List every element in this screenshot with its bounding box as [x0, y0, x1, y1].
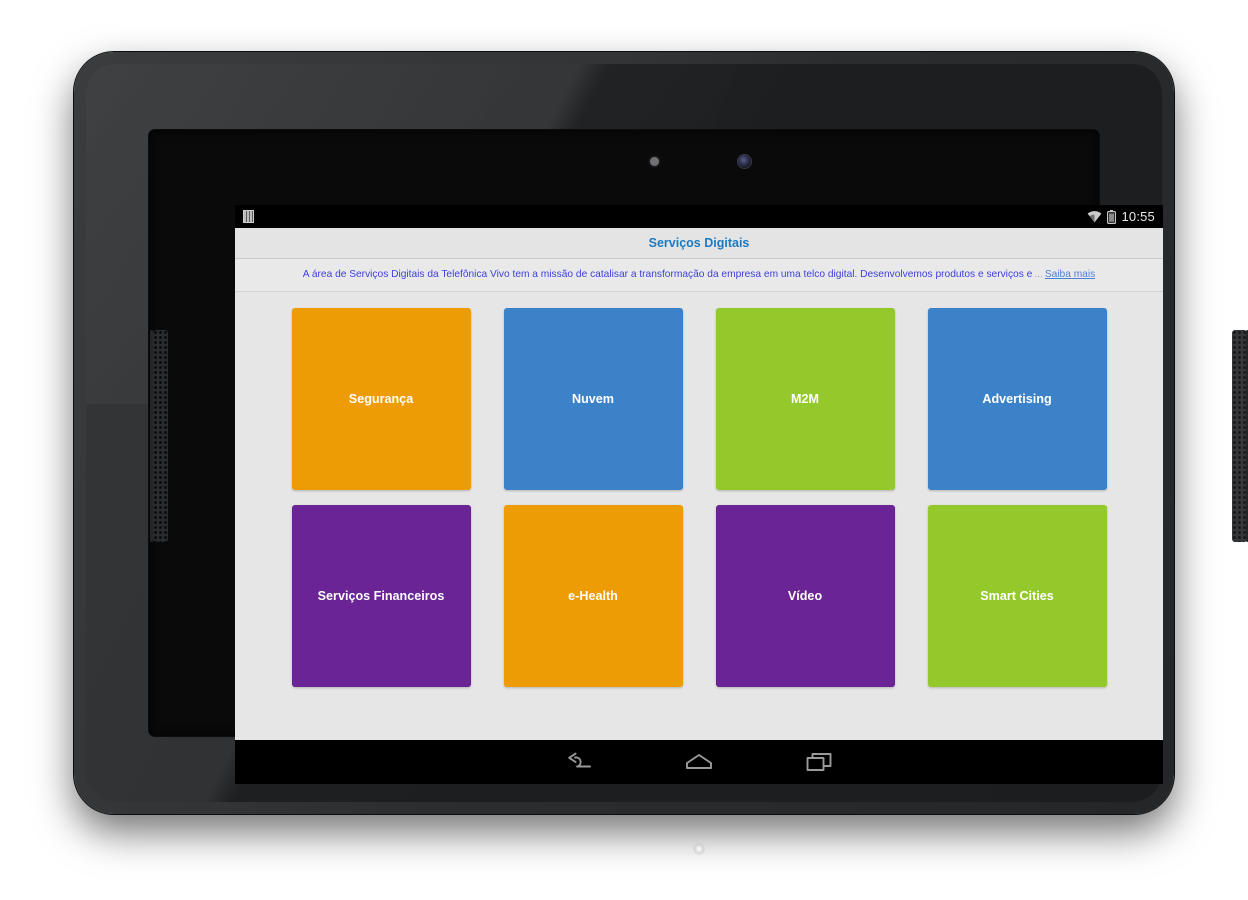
charging-led-icon — [693, 843, 705, 855]
service-tile[interactable]: Smart Cities — [927, 505, 1107, 687]
status-bar-indicators: 10:55 — [1087, 209, 1155, 224]
proximity-sensor-icon — [650, 157, 659, 166]
notification-glyph-icon — [243, 210, 254, 223]
service-tile-label: Segurança — [348, 392, 414, 406]
android-nav-bar — [235, 740, 1163, 784]
service-tile-grid: Segurança Nuvem M2M Advertising Serviços Fin… — [235, 292, 1163, 687]
app-title-bar: Serviços Digitais — [235, 228, 1163, 259]
service-tile[interactable]: Serviços Financeiros — [291, 505, 471, 687]
service-tile[interactable]: M2M — [715, 308, 895, 490]
description-text: A área de Serviços Digitais da Telefônic… — [303, 269, 1095, 280]
status-bar-clock: 10:55 — [1121, 209, 1155, 224]
service-tile-label: Smart Cities — [980, 589, 1054, 603]
recent-apps-icon[interactable] — [797, 744, 841, 780]
page-title: Serviços Digitais — [648, 236, 750, 250]
service-tile-label: e-Health — [568, 589, 618, 603]
description-body: A área de Serviços Digitais da Telefônic… — [302, 269, 1033, 281]
service-tile[interactable]: e-Health — [503, 505, 683, 687]
speaker-grille-right — [1232, 330, 1247, 542]
wifi-icon — [1088, 211, 1102, 223]
service-tile[interactable]: Nuvem — [503, 308, 683, 490]
battery-icon — [1107, 209, 1117, 224]
service-tile[interactable]: Vídeo — [715, 505, 895, 687]
tablet-screen: 10:55 Serviços Digitais A área de Serviç… — [235, 205, 1163, 784]
front-camera-icon — [738, 155, 751, 168]
saiba-mais-link[interactable]: Saiba mais — [1045, 269, 1095, 280]
speaker-grille-left — [153, 330, 168, 542]
service-tile-label: Serviços Financeiros — [317, 589, 445, 603]
service-tile-label: M2M — [791, 392, 819, 406]
service-tile-label: Nuvem — [572, 392, 614, 406]
service-tile[interactable]: Segurança — [291, 308, 471, 490]
description-ellipsis: ... — [1034, 269, 1043, 281]
home-icon[interactable] — [677, 744, 721, 780]
service-tile-label: Advertising — [982, 392, 1052, 406]
back-icon[interactable] — [557, 744, 601, 780]
status-bar-notifications — [239, 210, 254, 223]
service-tile[interactable]: Advertising — [927, 308, 1107, 490]
service-tile-label: Vídeo — [787, 589, 823, 603]
tablet-device: 10:55 Serviços Digitais A área de Serviç… — [74, 52, 1248, 855]
description-bar: A área de Serviços Digitais da Telefônic… — [235, 259, 1163, 292]
status-bar: 10:55 — [235, 205, 1163, 228]
